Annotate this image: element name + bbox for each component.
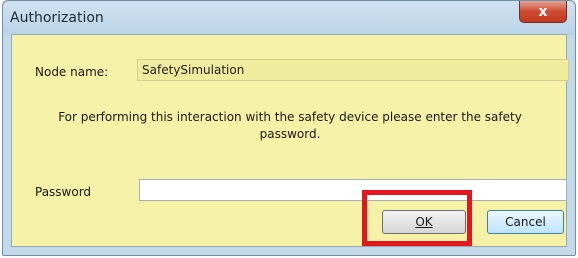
cancel-button[interactable]: Cancel: [487, 210, 564, 234]
ok-highlight-annotation: [362, 190, 472, 246]
dialog-body: Node name: SafetySimulation For performi…: [11, 34, 569, 247]
node-name-field: SafetySimulation: [137, 59, 569, 81]
password-input[interactable]: [139, 179, 567, 201]
close-button[interactable]: x: [519, 1, 567, 23]
close-icon: x: [538, 3, 548, 20]
window-title: Authorization: [10, 10, 104, 26]
info-message: For performing this interaction with the…: [58, 110, 522, 141]
password-label: Password: [35, 185, 92, 199]
cancel-button-label: Cancel: [505, 215, 546, 229]
node-name-label: Node name:: [35, 65, 109, 79]
title-bar[interactable]: Authorization x: [3, 1, 575, 35]
authorization-dialog: Authorization x Node name: SafetySimulat…: [2, 0, 576, 256]
